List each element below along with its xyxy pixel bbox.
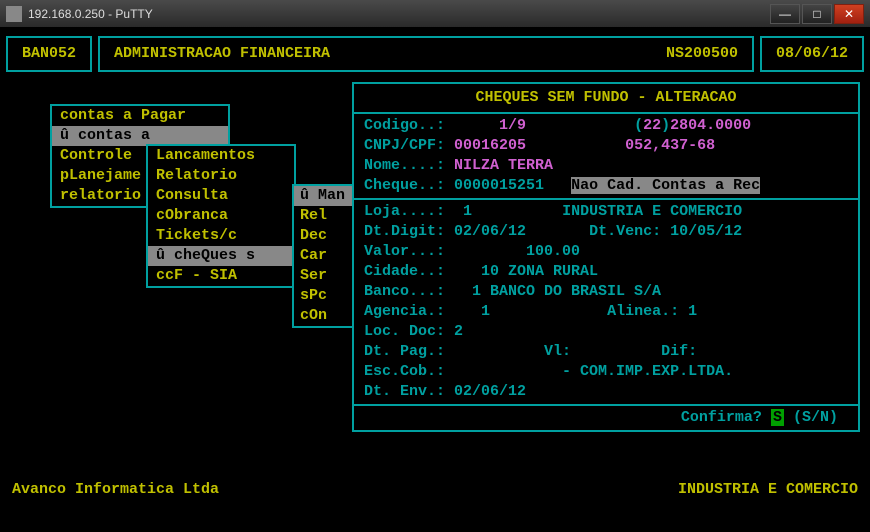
menu2-item-consulta[interactable]: Consulta bbox=[148, 186, 294, 206]
menu2-item-ccf[interactable]: ccF - SIA bbox=[148, 266, 294, 286]
session-id: NS200500 bbox=[666, 44, 738, 64]
footer-left: Avanco Informatica Ltda bbox=[12, 480, 219, 500]
dtvenc-value: 10/05/12 bbox=[670, 223, 742, 240]
loja-name: INDUSTRIA E COMERCIO bbox=[562, 203, 742, 220]
menu1-title: contas a Pagar bbox=[52, 104, 228, 126]
row-dtenv: Dt. Env.: 02/06/12 bbox=[364, 382, 848, 402]
cnpj-value: 00016205 bbox=[454, 137, 526, 154]
codigo-value: 1/9 bbox=[499, 117, 526, 134]
menu3-item-rel[interactable]: Rel bbox=[294, 206, 352, 226]
menu3-item-man[interactable]: û Man bbox=[294, 186, 352, 206]
row-cheque: Cheque..: 0000015251 Nao Cad. Contas a R… bbox=[364, 176, 848, 196]
row-esccob: Esc.Cob.: - COM.IMP.EXP.LTDA. bbox=[364, 362, 848, 382]
menu2-item-cobranca[interactable]: cObranca bbox=[148, 206, 294, 226]
terminal-area: BAN052 ADMINISTRACAO FINANCEIRA NS200500… bbox=[0, 28, 870, 532]
header-row: BAN052 ADMINISTRACAO FINANCEIRA NS200500… bbox=[6, 36, 864, 72]
menu2-item-tickets[interactable]: Tickets/c bbox=[148, 226, 294, 246]
row-dtdigit: Dt.Digit: 02/06/12 Dt.Venc: 10/05/12 bbox=[364, 222, 848, 242]
row-cnpj: CNPJ/CPF: 00016205 052,437-68 bbox=[364, 136, 848, 156]
app-title-box: ADMINISTRACAO FINANCEIRA NS200500 bbox=[98, 36, 754, 72]
confirm-row: Confirma? S (S/N) bbox=[364, 408, 848, 428]
footer-right: INDUSTRIA E COMERCIO bbox=[678, 480, 858, 500]
codigo-phone: 2804.0000 bbox=[670, 117, 751, 134]
row-dtpag: Dt. Pag.: Vl: Dif: bbox=[364, 342, 848, 362]
menu3-item-dec[interactable]: Dec bbox=[294, 226, 352, 246]
row-valor: Valor...: 100.00 bbox=[364, 242, 848, 262]
header-date: 08/06/12 bbox=[760, 36, 864, 72]
divider bbox=[354, 198, 858, 200]
menu3-item-spc[interactable]: sPc bbox=[294, 286, 352, 306]
row-loja: Loja....: 1 INDUSTRIA E COMERCIO bbox=[364, 202, 848, 222]
content-area: contas a Pagar û contas a Controle pLane… bbox=[6, 96, 864, 476]
close-button[interactable]: ✕ bbox=[834, 4, 864, 24]
menu1-item-contas[interactable]: û contas a bbox=[52, 126, 228, 146]
row-nome: Nome....: NILZA TERRA bbox=[364, 156, 848, 176]
menu3-item-ser[interactable]: Ser bbox=[294, 266, 352, 286]
row-agencia: Agencia.: 1 Alinea.: 1 bbox=[364, 302, 848, 322]
app-title: ADMINISTRACAO FINANCEIRA bbox=[114, 44, 330, 64]
panel-title: CHEQUES SEM FUNDO - ALTERACAO bbox=[364, 86, 848, 110]
nome-value: NILZA TERRA bbox=[454, 157, 553, 174]
program-code: BAN052 bbox=[6, 36, 92, 72]
detail-panel: CHEQUES SEM FUNDO - ALTERACAO Codigo..: … bbox=[352, 82, 860, 432]
menu2-item-relatorio[interactable]: Relatorio bbox=[148, 166, 294, 186]
banco-value: 1 BANCO DO BRASIL S/A bbox=[472, 283, 661, 300]
cheque-value: 0000015251 bbox=[454, 177, 544, 194]
valor-value: 100.00 bbox=[526, 243, 580, 260]
cnpj-value2: 052,437-68 bbox=[625, 137, 715, 154]
window-title: 192.168.0.250 - PuTTY bbox=[28, 7, 770, 21]
footer: Avanco Informatica Ltda INDUSTRIA E COME… bbox=[6, 478, 864, 502]
dtdigit-value: 02/06/12 bbox=[454, 223, 526, 240]
alinea-value: 1 bbox=[688, 303, 697, 320]
menu3-item-car[interactable]: Car bbox=[294, 246, 352, 266]
loja-value: 1 bbox=[463, 203, 472, 220]
maximize-button[interactable]: □ bbox=[802, 4, 832, 24]
divider bbox=[354, 112, 858, 114]
divider bbox=[354, 404, 858, 406]
menu-level-2: Lancamentos Relatorio Consulta cObranca … bbox=[146, 144, 296, 288]
agencia-value: 1 bbox=[481, 303, 490, 320]
dtenv-value: 02/06/12 bbox=[454, 383, 526, 400]
window-controls: — □ ✕ bbox=[770, 4, 864, 24]
row-codigo: Codigo..: 1/9 (22)2804.0000 bbox=[364, 116, 848, 136]
menu3-item-con[interactable]: cOn bbox=[294, 306, 352, 326]
putty-icon bbox=[6, 6, 22, 22]
cheque-status: Nao Cad. Contas a Rec bbox=[571, 177, 760, 194]
confirm-input[interactable]: S bbox=[771, 409, 784, 426]
menu2-item-cheques[interactable]: û cheQues s bbox=[148, 246, 294, 266]
cidade-value: 10 ZONA RURAL bbox=[481, 263, 598, 280]
row-locdoc: Loc. Doc: 2 bbox=[364, 322, 848, 342]
locdoc-value: 2 bbox=[454, 323, 463, 340]
row-banco: Banco...: 1 BANCO DO BRASIL S/A bbox=[364, 282, 848, 302]
window-titlebar: 192.168.0.250 - PuTTY — □ ✕ bbox=[0, 0, 870, 28]
menu-level-3: û Man Rel Dec Car Ser sPc cOn bbox=[292, 184, 354, 328]
menu2-item-lancamentos[interactable]: Lancamentos bbox=[148, 146, 294, 166]
minimize-button[interactable]: — bbox=[770, 4, 800, 24]
esccob-value: - COM.IMP.EXP.LTDA. bbox=[562, 363, 733, 380]
row-cidade: Cidade..: 10 ZONA RURAL bbox=[364, 262, 848, 282]
